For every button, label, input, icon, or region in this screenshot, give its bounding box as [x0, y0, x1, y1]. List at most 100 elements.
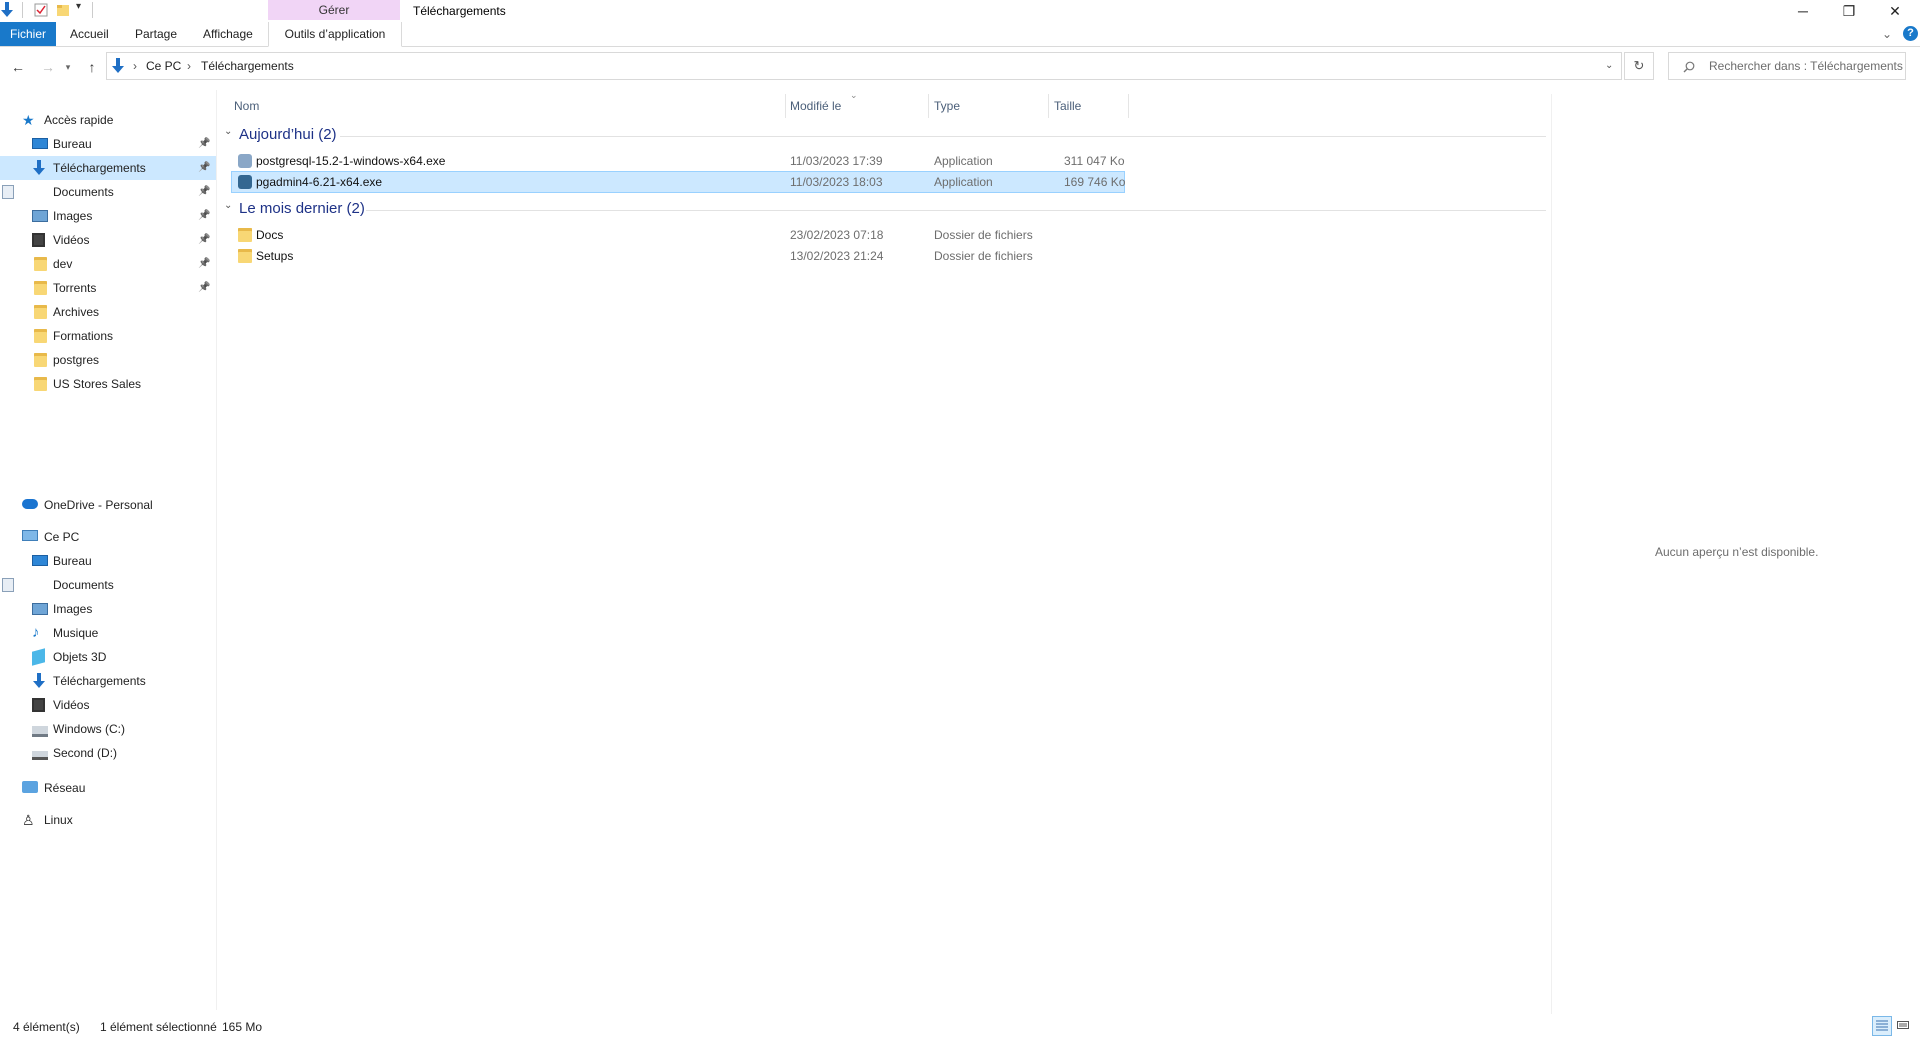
recent-locations-chevron-icon[interactable]: ▾: [62, 52, 74, 82]
column-separator[interactable]: [1048, 94, 1049, 118]
file-row[interactable]: postgresql-15.2-1-windows-x64.exe 11/03/…: [232, 151, 1125, 171]
selection-size: 165 Mo: [222, 1020, 263, 1034]
sidebar-item-téléchargements[interactable]: Téléchargements: [0, 669, 216, 693]
column-size[interactable]: Taille: [1054, 94, 1124, 118]
restore-button[interactable]: ❐: [1826, 0, 1872, 22]
tab-partage[interactable]: Partage: [135, 22, 177, 46]
folder-icon: [34, 305, 47, 319]
breadcrumb-ce-pc[interactable]: Ce PC: [146, 53, 181, 79]
nav-network[interactable]: Réseau: [22, 776, 212, 800]
sidebar-item-bureau[interactable]: Bureau 📌: [0, 132, 216, 156]
pin-icon: 📌: [198, 234, 211, 245]
nav-onedrive[interactable]: OneDrive - Personal: [22, 493, 212, 517]
sidebar-item-images[interactable]: Images 📌: [0, 204, 216, 228]
selection-count: 1 élément sélectionné: [100, 1020, 217, 1034]
document-icon: [2, 185, 14, 199]
new-folder-icon[interactable]: [56, 3, 70, 17]
download-arrow-icon[interactable]: [0, 2, 14, 18]
tab-fichier[interactable]: Fichier: [0, 22, 56, 46]
sidebar-item-label: Vidéos: [53, 698, 90, 712]
sidebar-item-us-stores-sales[interactable]: US Stores Sales: [0, 372, 216, 396]
network-icon: [22, 781, 38, 793]
star-icon: ★: [22, 112, 35, 128]
column-separator[interactable]: [785, 94, 786, 118]
status-bar: 4 élément(s) 1 élément sélectionné 165 M…: [0, 1014, 1920, 1040]
group-collapse-chevron-icon[interactable]: ⌄: [224, 200, 232, 211]
sidebar-item-images[interactable]: Images: [0, 597, 216, 621]
sidebar-item-label: Vidéos: [53, 233, 90, 247]
tab-outils-application[interactable]: Outils d’application: [268, 22, 402, 47]
sidebar-item-dev[interactable]: dev 📌: [0, 252, 216, 276]
column-separator[interactable]: [1128, 94, 1129, 118]
qa-divider: [92, 2, 93, 18]
sidebar-item-torrents[interactable]: Torrents 📌: [0, 276, 216, 300]
penguin-icon: ♙: [22, 812, 35, 828]
forward-arrow-icon[interactable]: →: [36, 52, 60, 82]
sidebar-item-documents[interactable]: Documents 📌: [0, 180, 216, 204]
column-separator[interactable]: [928, 94, 929, 118]
sidebar-item-label: dev: [53, 257, 73, 271]
pgadmin-elephant-icon: [238, 175, 252, 189]
sidebar-item-archives[interactable]: Archives: [0, 300, 216, 324]
sidebar-item-documents[interactable]: Documents: [0, 573, 216, 597]
group-last-month-header[interactable]: Le mois dernier (2): [239, 199, 365, 219]
large-icons-view-icon[interactable]: [1894, 1016, 1914, 1036]
sidebar-item-label: Bureau: [53, 137, 92, 151]
3d-objects-icon: [32, 648, 45, 666]
search-input[interactable]: Rechercher dans : Téléchargements: [1668, 52, 1906, 80]
sidebar-item-musique[interactable]: ♪ Musique: [0, 621, 216, 645]
properties-icon[interactable]: [34, 3, 48, 17]
file-row-selected[interactable]: pgadmin4-6.21-x64.exe 11/03/2023 18:03 A…: [231, 171, 1125, 193]
sidebar-item-label: Archives: [53, 305, 100, 319]
folder-row[interactable]: Setups 13/02/2023 21:24 Dossier de fichi…: [232, 246, 1124, 266]
column-modified[interactable]: Modifié le: [790, 94, 930, 118]
column-type[interactable]: Type: [934, 94, 1044, 118]
tab-affichage[interactable]: Affichage: [203, 22, 253, 46]
close-button[interactable]: ✕: [1872, 0, 1918, 22]
sidebar-item-téléchargements[interactable]: Téléchargements 📌: [0, 156, 216, 180]
up-arrow-icon[interactable]: ↑: [80, 52, 104, 82]
customize-qa-dropdown[interactable]: ▾: [76, 1, 81, 12]
nav-quick-access[interactable]: ★ Accès rapide: [22, 108, 212, 132]
nav-this-pc[interactable]: Ce PC: [22, 525, 212, 549]
desktop-icon: [32, 138, 48, 149]
back-arrow-icon[interactable]: ←: [6, 52, 30, 82]
sidebar-item-objets-3d[interactable]: Objets 3D: [0, 645, 216, 669]
sidebar-item-label: Images: [53, 209, 93, 223]
sidebar-item-vidéos[interactable]: Vidéos: [0, 693, 216, 717]
folder-row[interactable]: Docs 23/02/2023 07:18 Dossier de fichier…: [232, 225, 1124, 245]
sidebar-item-windows-c-[interactable]: Windows (C:): [0, 717, 216, 741]
nav-linux[interactable]: ♙ Linux: [22, 808, 212, 832]
address-history-chevron-icon[interactable]: ⌄: [1605, 53, 1613, 79]
sidebar-item-postgres[interactable]: postgres: [0, 348, 216, 372]
details-view-icon[interactable]: [1872, 1016, 1892, 1036]
sidebar-item-bureau[interactable]: Bureau: [0, 549, 216, 573]
pin-icon: 📌: [198, 210, 211, 221]
folder-icon: [34, 353, 47, 367]
refresh-icon[interactable]: ↻: [1624, 52, 1654, 80]
download-icon: [32, 673, 48, 688]
folder-icon: [34, 281, 47, 295]
preview-empty-text: Aucun aperçu n’est disponible.: [1655, 545, 1819, 559]
preview-pane-divider[interactable]: [1551, 94, 1552, 1014]
search-placeholder: Rechercher dans : Téléchargements: [1709, 59, 1903, 73]
help-icon[interactable]: ?: [1903, 26, 1918, 41]
folder-icon: [238, 249, 252, 263]
pin-icon: 📌: [198, 282, 211, 293]
group-collapse-chevron-icon[interactable]: ⌄: [224, 126, 232, 137]
address-bar[interactable]: › Ce PC › Téléchargements ⌄: [106, 52, 1622, 80]
expand-ribbon-chevron-icon[interactable]: ⌄: [1882, 22, 1892, 46]
minimize-button[interactable]: ─: [1780, 0, 1826, 22]
sidebar-item-second-d-[interactable]: Second (D:): [0, 741, 216, 765]
sidebar-item-vidéos[interactable]: Vidéos 📌: [0, 228, 216, 252]
breadcrumb-telechargements[interactable]: Téléchargements: [201, 53, 294, 79]
tab-accueil[interactable]: Accueil: [70, 22, 109, 46]
cloud-icon: [22, 499, 38, 509]
postgresql-installer-icon: [238, 154, 252, 168]
group-today-header[interactable]: Aujourd’hui (2): [239, 125, 337, 145]
column-name[interactable]: Nom: [234, 94, 794, 118]
sidebar-item-formations[interactable]: Formations: [0, 324, 216, 348]
folder-icon: [34, 257, 47, 271]
ribbon-tabs: Fichier Accueil Partage Affichage Outils…: [0, 22, 1920, 47]
pictures-icon: [32, 603, 48, 615]
